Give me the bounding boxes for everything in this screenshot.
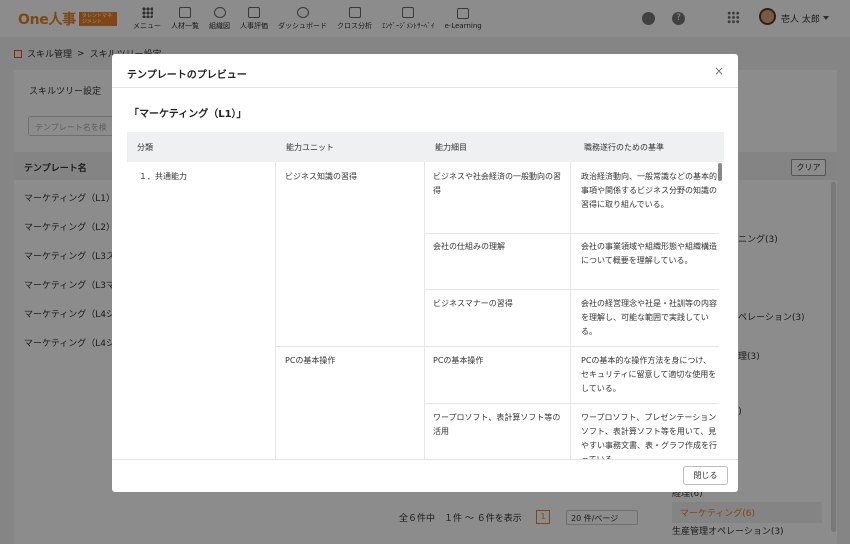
- criteria-cell: ワープロソフト、プレゼンテーションソフト、表計算ソフト等を用いて、見やすい事務文…: [581, 413, 717, 459]
- item-cell: ワープロソフト、表計算ソフト等の活用: [433, 413, 561, 436]
- row-divider: [275, 346, 719, 347]
- column-header-category: 分類: [137, 143, 153, 152]
- criteria-cell: 会社の事業領域や組織形態や組織構造について概要を理解している。: [581, 242, 717, 265]
- item-cell: ビジネスや社会経済の一般動向の習得: [433, 172, 561, 195]
- divider: [112, 87, 738, 88]
- modal-title: テンプレートのプレビュー: [127, 70, 247, 81]
- row-divider: [424, 233, 719, 234]
- divider: [112, 459, 738, 460]
- template-preview-modal: テンプレートのプレビュー × 「マーケティング（L1）」 分類 能力ユニット 能…: [112, 54, 738, 492]
- unit-cell: PCの基本操作: [285, 356, 336, 365]
- row-divider: [424, 403, 719, 404]
- table-body[interactable]: １．共通能力 ビジネス知識の習得 ビジネスや社会経済の一般動向の習得 政治経済動…: [127, 162, 724, 459]
- table-scrollbar-thumb[interactable]: [718, 163, 722, 181]
- column-divider: [424, 162, 425, 459]
- column-divider: [570, 162, 571, 459]
- category-cell: １．共通能力: [139, 172, 187, 181]
- unit-cell: ビジネス知識の習得: [285, 172, 357, 181]
- template-heading: 「マーケティング（L1）」: [129, 109, 247, 120]
- table-header: 分類 能力ユニット 能力細目 職務遂行のための基準: [127, 132, 724, 162]
- item-cell: ビジネスマナーの習得: [433, 299, 513, 308]
- criteria-cell: 政治経済動向、一般常識などの基本的事項や関係するビジネス分野の知識の習得に取り組…: [581, 172, 717, 209]
- column-header-unit: 能力ユニット: [286, 143, 334, 152]
- column-header-item: 能力細目: [435, 143, 467, 152]
- close-button[interactable]: 閉じる: [683, 466, 728, 485]
- item-cell: 会社の仕組みの理解: [433, 242, 505, 251]
- row-divider: [424, 289, 719, 290]
- close-icon[interactable]: ×: [712, 64, 726, 78]
- column-header-criteria: 職務遂行のための基準: [584, 143, 664, 152]
- criteria-cell: 会社の経営理念や社是・社訓等の内容を理解し、可能な範囲で実践している。: [581, 299, 717, 336]
- column-divider: [275, 162, 276, 459]
- item-cell: PCの基本操作: [433, 356, 484, 365]
- criteria-cell: PCの基本的な操作方法を身につけ、セキュリティに留意して適切な使用をしている。: [581, 356, 717, 393]
